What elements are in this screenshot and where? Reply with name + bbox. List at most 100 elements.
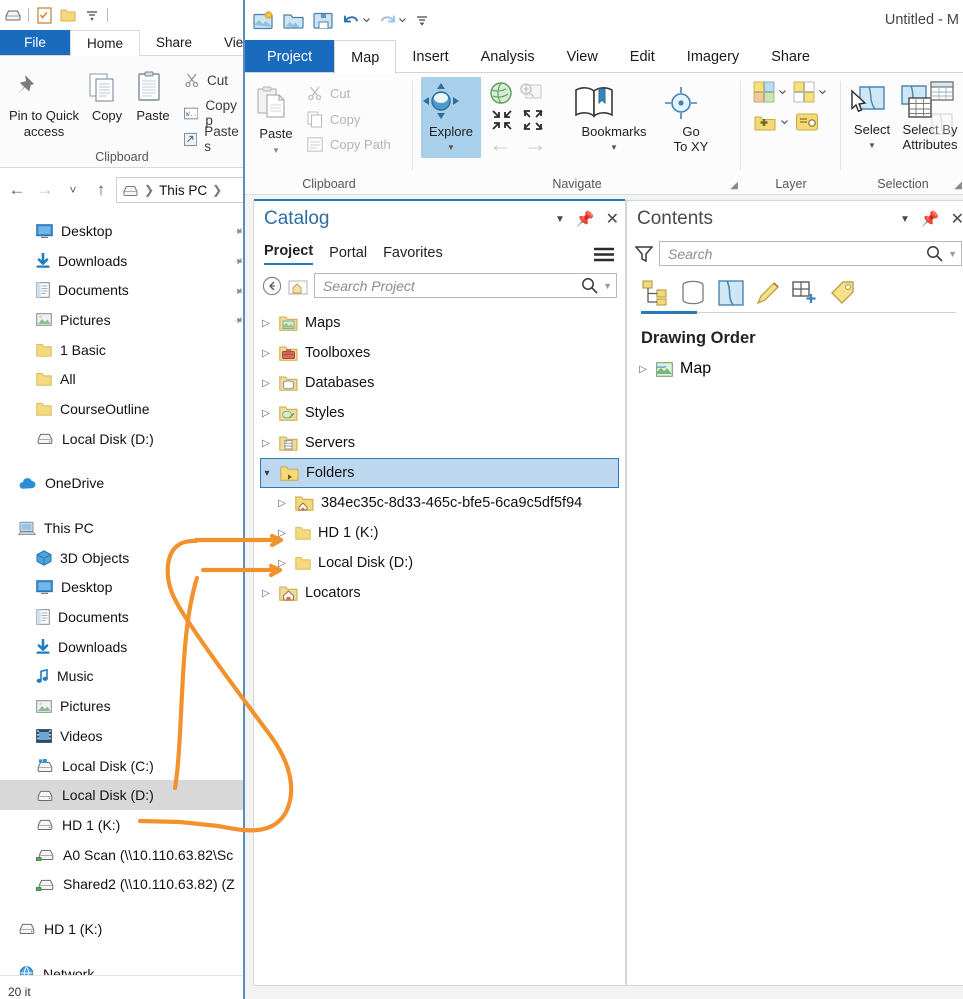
chevron-right-icon[interactable]: ▷ xyxy=(260,348,272,359)
explorer-tree-item[interactable]: Music xyxy=(0,662,249,692)
bookmarks-button[interactable]: Bookmarks ▼ xyxy=(573,85,655,155)
catalog-tree-item[interactable]: ▷ Servers xyxy=(260,428,619,458)
explorer-tree-item[interactable]: Downloads xyxy=(0,632,249,662)
arcgis-tab-imagery[interactable]: Imagery xyxy=(671,40,755,73)
explorer-tree-item[interactable]: OneDrive xyxy=(0,469,249,499)
new-folder-icon[interactable] xyxy=(59,6,77,24)
contents-layer-item[interactable]: ▷ Map xyxy=(637,354,963,384)
selection-group-expander[interactable]: ◢ xyxy=(954,180,962,191)
contents-search-input[interactable]: Search ▼ xyxy=(659,241,962,266)
breadcrumb[interactable]: ❯ This PC ❯ xyxy=(116,177,245,203)
catalog-pane-menu-caret-icon[interactable]: ▼ xyxy=(555,214,565,225)
save-project-icon[interactable] xyxy=(313,11,334,30)
select-dropdown-caret[interactable]: ▼ xyxy=(847,138,897,153)
catalog-tree-item[interactable]: ▷ Locators xyxy=(260,578,619,608)
explorer-tree-item[interactable]: 3D Objects xyxy=(0,543,249,573)
fixed-zoom-in-button[interactable] xyxy=(519,81,543,105)
contents-layer-list[interactable]: ▷ Map xyxy=(627,348,963,384)
catalog-pane-pin-icon[interactable]: 📌 xyxy=(576,210,595,228)
select-button[interactable]: Select ▼ xyxy=(847,85,897,153)
catalog-tree-item[interactable]: ▾ Folders xyxy=(260,458,619,488)
explorer-tree-item[interactable]: Local Disk (D:) xyxy=(0,780,249,811)
explorer-tree-item[interactable]: Local Disk (C:) xyxy=(0,751,249,781)
open-project-icon[interactable] xyxy=(283,11,304,30)
catalog-tab-favorites[interactable]: Favorites xyxy=(383,245,443,265)
explorer-tree-item[interactable]: HD 1 (K:) xyxy=(0,914,249,944)
fixed-zoom-out-icon[interactable] xyxy=(491,109,513,131)
arcgis-tab-map[interactable]: Map xyxy=(334,40,397,74)
explorer-navigation-tree[interactable]: Desktop Downloads Documents Pictures 1 Basic… xyxy=(0,216,249,975)
contents-search-options-caret[interactable]: ▼ xyxy=(948,249,957,259)
customize-dropdown-icon[interactable] xyxy=(83,6,101,24)
explorer-tab-share[interactable]: Share xyxy=(140,30,208,55)
search-icon[interactable] xyxy=(581,277,598,294)
explorer-tree-item[interactable]: Pictures xyxy=(0,305,249,335)
explorer-tab-file[interactable]: File xyxy=(0,30,70,55)
chevron-right-icon[interactable]: ▷ xyxy=(260,408,272,419)
explorer-tree-item[interactable]: 1 Basic xyxy=(0,335,249,365)
pin-to-quick-access-button[interactable]: Pin to Quick access xyxy=(6,70,82,140)
next-extent-icon[interactable]: → xyxy=(524,133,547,156)
explorer-paste-button[interactable]: Paste xyxy=(132,70,174,124)
explorer-tree-item[interactable]: This PC xyxy=(0,513,249,543)
full-extent-button[interactable] xyxy=(489,81,513,105)
bookmarks-dropdown-caret[interactable]: ▼ xyxy=(573,140,655,155)
catalog-tree-item[interactable]: ▷ HD 1 (K:) xyxy=(276,518,619,548)
explore-tool-button[interactable]: Explore ▼ xyxy=(421,77,481,158)
catalog-tab-project[interactable]: Project xyxy=(264,243,314,265)
contents-pane-menu-caret-icon[interactable]: ▼ xyxy=(900,214,910,225)
catalog-search-input[interactable]: Search Project ▼ xyxy=(314,273,617,298)
explorer-tree-item[interactable]: CourseOutline xyxy=(0,394,249,424)
arcgis-cut-button[interactable]: Cut xyxy=(307,85,350,101)
arcgis-copy-button[interactable]: Copy xyxy=(307,111,360,128)
drive-icon[interactable] xyxy=(4,6,22,24)
catalog-tree[interactable]: ▷ Maps ▷ Toolboxes ▷ Databases ▷ Styles ▷ Servers… xyxy=(254,304,625,608)
catalog-tab-portal[interactable]: Portal xyxy=(329,245,367,265)
filter-funnel-icon[interactable] xyxy=(635,245,653,263)
go-to-xy-button[interactable]: Go To XY xyxy=(663,85,719,154)
explorer-tree-item[interactable]: Network xyxy=(0,959,249,975)
explorer-tree-item[interactable]: Desktop xyxy=(0,573,249,603)
catalog-pane-close-icon[interactable]: ✕ xyxy=(606,209,619,229)
undo-icon[interactable] xyxy=(343,13,370,28)
catalog-tree-item[interactable]: ▷ Maps xyxy=(260,308,619,338)
hamburger-menu-icon[interactable] xyxy=(593,247,615,265)
add-data-button[interactable] xyxy=(753,111,788,133)
breadcrumb-this-pc[interactable]: This PC xyxy=(159,183,207,198)
contents-pane-close-icon[interactable]: ✕ xyxy=(951,209,963,229)
forward-arrow-icon[interactable]: → xyxy=(32,177,58,203)
chevron-down-icon[interactable]: ▾ xyxy=(261,468,273,479)
up-arrow-icon[interactable]: ↑ xyxy=(88,177,114,203)
redo-icon[interactable] xyxy=(379,13,406,28)
list-by-editing-icon[interactable] xyxy=(755,280,781,306)
chevron-right-icon[interactable]: ▷ xyxy=(276,528,288,539)
arcgis-tab-project[interactable]: Project xyxy=(245,40,335,73)
arcgis-copy-path-button[interactable]: Copy Path xyxy=(307,137,391,152)
explorer-tree-item[interactable]: All xyxy=(0,364,249,394)
explorer-tree-item[interactable]: Shared2 (\\10.110.63.82) (Z xyxy=(0,869,249,899)
navigate-group-expander[interactable]: ◢ xyxy=(730,180,738,191)
explorer-tab-home[interactable]: Home xyxy=(70,30,141,56)
explorer-tree-item[interactable]: Desktop xyxy=(0,216,249,246)
add-graphics-layer-button[interactable] xyxy=(795,111,819,133)
search-icon[interactable] xyxy=(926,245,943,262)
catalog-tree-item[interactable]: ▷ Local Disk (D:) xyxy=(276,548,619,578)
explorer-tree-item[interactable]: Local Disk (D:) xyxy=(0,424,249,454)
catalog-back-icon[interactable] xyxy=(262,276,282,296)
chevron-right-icon[interactable]: ▷ xyxy=(276,558,288,569)
arcgis-tab-view[interactable]: View xyxy=(551,40,614,73)
explorer-cut-button[interactable]: Cut xyxy=(184,72,228,88)
explorer-tree-item[interactable]: Documents xyxy=(0,275,249,305)
explorer-tree-item[interactable]: A0 Scan (\\10.110.63.82\Sc xyxy=(0,840,249,870)
arcgis-tab-insert[interactable]: Insert xyxy=(396,40,464,73)
catalog-tree-item[interactable]: ▷ Databases xyxy=(260,368,619,398)
arcgis-tab-edit[interactable]: Edit xyxy=(614,40,671,73)
previous-extent-icon[interactable]: ← xyxy=(489,133,512,156)
customize-quick-access-icon[interactable] xyxy=(415,14,429,26)
new-project-icon[interactable] xyxy=(253,10,274,30)
back-arrow-icon[interactable]: ← xyxy=(4,177,30,203)
catalog-home-icon[interactable] xyxy=(288,277,308,295)
list-by-drawing-order-icon[interactable] xyxy=(641,280,669,306)
list-by-snapping-icon[interactable] xyxy=(791,280,819,306)
properties-checklist-icon[interactable] xyxy=(35,6,53,24)
